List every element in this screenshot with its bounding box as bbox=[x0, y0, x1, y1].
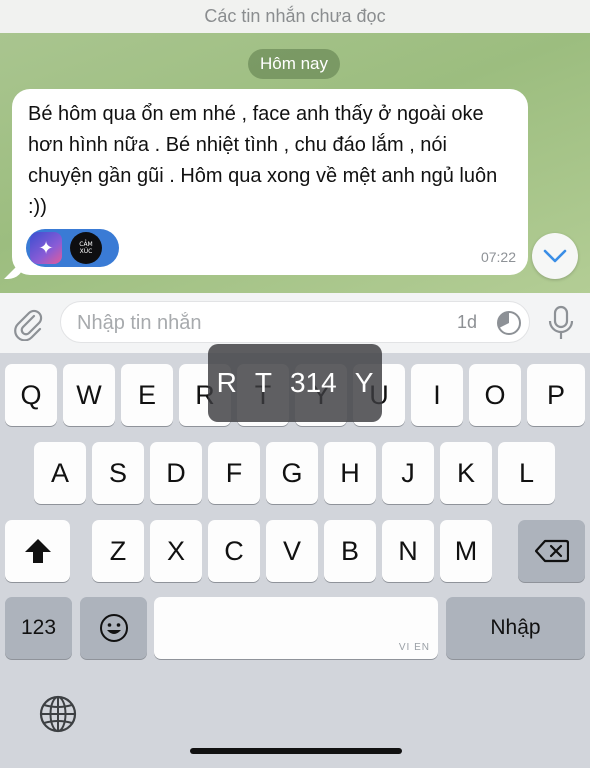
timer-icon[interactable] bbox=[495, 309, 523, 337]
message-input-field[interactable]: 1d bbox=[60, 301, 530, 344]
return-key[interactable]: Nhập bbox=[446, 597, 585, 659]
key-c[interactable]: C bbox=[208, 520, 260, 582]
key-l[interactable]: L bbox=[498, 442, 555, 504]
reaction-avatar-text: CẢM XÚC bbox=[79, 241, 93, 255]
key-q[interactable]: Q bbox=[5, 364, 57, 426]
key-e[interactable]: E bbox=[121, 364, 173, 426]
key-o[interactable]: O bbox=[469, 364, 521, 426]
key-preview-popup: R T 314 Y bbox=[208, 344, 382, 422]
key-d[interactable]: D bbox=[150, 442, 202, 504]
space-key[interactable]: VI EN bbox=[154, 597, 438, 659]
key-a[interactable]: A bbox=[34, 442, 86, 504]
scroll-to-bottom-button[interactable] bbox=[532, 233, 578, 279]
date-label: Hôm nay bbox=[259, 54, 329, 73]
key-j[interactable]: J bbox=[382, 442, 434, 504]
message-text: Bé hôm qua ổn em nhé , face anh thấy ở n… bbox=[28, 103, 498, 218]
popup-key-r: R bbox=[216, 367, 237, 398]
reaction-avatar: CẢM XÚC bbox=[70, 232, 102, 264]
key-z[interactable]: Z bbox=[92, 520, 144, 582]
unread-banner-label: Các tin nhắn chưa đọc bbox=[204, 6, 386, 26]
incoming-message-bubble[interactable]: Bé hôm qua ổn em nhé , face anh thấy ở n… bbox=[12, 89, 528, 275]
backspace-icon bbox=[534, 539, 569, 563]
shift-icon bbox=[24, 539, 51, 563]
paperclip-icon[interactable] bbox=[12, 307, 46, 341]
backspace-key[interactable] bbox=[518, 520, 585, 582]
chevron-down-icon bbox=[543, 249, 567, 263]
key-n[interactable]: N bbox=[382, 520, 434, 582]
key-k[interactable]: K bbox=[440, 442, 492, 504]
timer-label[interactable]: 1d bbox=[457, 312, 477, 333]
emoji-key[interactable] bbox=[80, 597, 147, 659]
key-m[interactable]: M bbox=[440, 520, 492, 582]
key-g[interactable]: G bbox=[266, 442, 318, 504]
chat-area[interactable]: Hôm nay Bé hôm qua ổn em nhé , face anh … bbox=[0, 33, 590, 293]
popup-key-t: T bbox=[254, 367, 272, 398]
key-w[interactable]: W bbox=[63, 364, 115, 426]
key-v[interactable]: V bbox=[266, 520, 318, 582]
key-s[interactable]: S bbox=[92, 442, 144, 504]
date-separator: Hôm nay bbox=[248, 49, 340, 79]
message-reaction[interactable]: ✦ CẢM XÚC bbox=[26, 229, 119, 267]
shift-key[interactable] bbox=[5, 520, 70, 582]
key-b[interactable]: B bbox=[324, 520, 376, 582]
message-time: 07:22 bbox=[480, 249, 516, 265]
key-x[interactable]: X bbox=[150, 520, 202, 582]
numbers-key[interactable]: 123 bbox=[5, 597, 72, 659]
message-input[interactable] bbox=[75, 302, 439, 344]
home-indicator[interactable] bbox=[190, 748, 402, 754]
key-f[interactable]: F bbox=[208, 442, 260, 504]
microphone-icon[interactable] bbox=[546, 305, 576, 341]
key-h[interactable]: H bbox=[324, 442, 376, 504]
key-p[interactable]: P bbox=[527, 364, 585, 426]
reaction-sticker-icon: ✦ bbox=[30, 232, 62, 264]
emoji-icon bbox=[99, 614, 128, 642]
language-indicator: VI EN bbox=[398, 642, 430, 653]
unread-messages-banner: Các tin nhắn chưa đọc bbox=[0, 0, 590, 33]
popup-overlay-text: 314 bbox=[289, 367, 337, 398]
popup-key-y: Y bbox=[354, 367, 374, 398]
globe-icon[interactable] bbox=[38, 694, 78, 734]
key-i[interactable]: I bbox=[411, 364, 463, 426]
